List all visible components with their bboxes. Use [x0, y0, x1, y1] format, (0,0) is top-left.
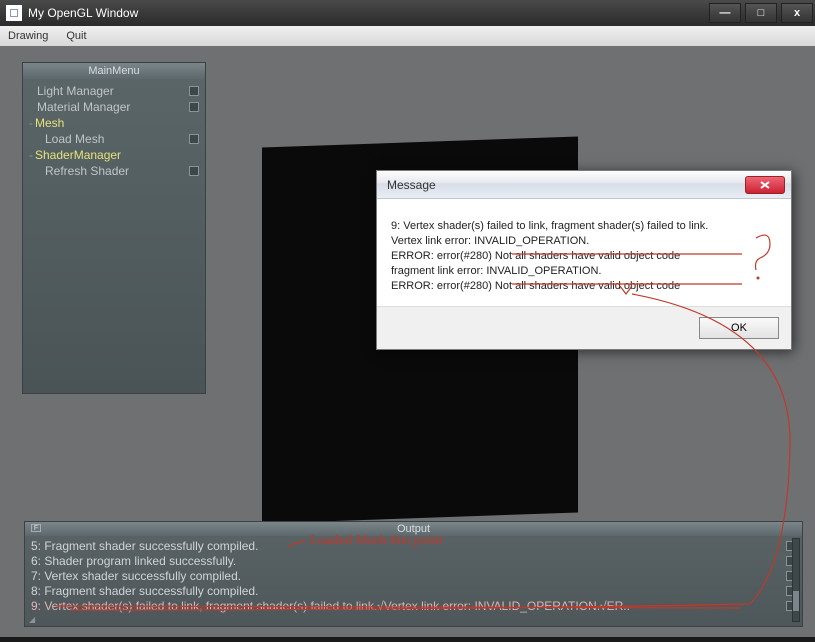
dialog-text-line: fragment link error: INVALID_OPERATION. — [391, 264, 777, 279]
mainmenu-item-label: Material Manager — [29, 100, 189, 114]
window-title: My OpenGL Window — [28, 6, 138, 20]
mainmenu-title: MainMenu — [23, 63, 205, 79]
resize-handle-icon[interactable]: ◢ — [29, 615, 35, 624]
dialog-text-line: Vertex link error: INVALID_OPERATION. — [391, 234, 777, 249]
output-line: 7: Vertex shader successfully compiled. — [31, 568, 796, 583]
window-titlebar: My OpenGL Window — □ x — [0, 0, 815, 26]
window-controls: — □ x — [707, 1, 815, 25]
dialog-titlebar[interactable]: Message — [377, 171, 791, 199]
dialog-text-line: ERROR: error(#280) Not all shaders have … — [391, 249, 777, 264]
dialog-text-line: ERROR: error(#280) Not all shaders have … — [391, 279, 777, 294]
mainmenu-item-label: Mesh — [35, 116, 199, 130]
window-close-button[interactable]: x — [781, 3, 813, 23]
scrollbar-thumb[interactable] — [793, 591, 799, 611]
mainmenu-list: Light Manager Material Manager Mesh Load… — [23, 79, 205, 183]
menubar: Drawing Quit — [0, 26, 815, 46]
checkbox-icon[interactable] — [189, 86, 199, 96]
ok-button[interactable]: OK — [699, 317, 779, 339]
output-line-text: 5: Fragment shader successfully compiled… — [31, 539, 780, 553]
mainmenu-item-refresh-shader[interactable]: Refresh Shader — [29, 163, 199, 179]
menu-quit[interactable]: Quit — [66, 30, 86, 42]
output-toggle-icon[interactable]: F — [31, 524, 41, 532]
output-line-text: 7: Vertex shader successfully compiled. — [31, 569, 780, 583]
minimize-button[interactable]: — — [709, 3, 741, 23]
output-line-text: 8: Fragment shader successfully compiled… — [31, 584, 780, 598]
mainmenu-group-shadermanager[interactable]: ShaderManager — [29, 147, 199, 163]
checkbox-icon[interactable] — [189, 166, 199, 176]
checkbox-icon[interactable] — [189, 134, 199, 144]
mainmenu-item-label: Light Manager — [29, 84, 189, 98]
output-line: 5: Fragment shader successfully compiled… — [31, 538, 796, 553]
dialog-close-button[interactable] — [745, 176, 785, 194]
output-panel: F Output 5: Fragment shader successfully… — [24, 521, 803, 627]
output-title-label: Output — [397, 523, 430, 535]
message-dialog: Message 9: Vertex shader(s) failed to li… — [376, 170, 792, 350]
mainmenu-panel: MainMenu Light Manager Material Manager … — [22, 62, 206, 394]
mainmenu-item-label: ShaderManager — [35, 148, 199, 162]
close-icon — [759, 180, 771, 190]
dialog-footer: OK — [377, 306, 791, 349]
output-line-text: 6: Shader program linked successfully. — [31, 554, 780, 568]
output-scrollbar[interactable] — [792, 538, 800, 622]
checkbox-icon[interactable] — [189, 102, 199, 112]
mainmenu-item-light-manager[interactable]: Light Manager — [29, 83, 199, 99]
menu-drawing[interactable]: Drawing — [8, 30, 48, 42]
dialog-body: 9: Vertex shader(s) failed to link, frag… — [377, 199, 791, 306]
maximize-button[interactable]: □ — [745, 3, 777, 23]
mainmenu-item-label: Refresh Shader — [29, 164, 189, 178]
mainmenu-item-label: Load Mesh — [29, 132, 189, 146]
dialog-text-line: 9: Vertex shader(s) failed to link, frag… — [391, 219, 777, 234]
dialog-title: Message — [387, 178, 436, 192]
output-title: F Output — [25, 522, 802, 536]
mainmenu-item-material-manager[interactable]: Material Manager — [29, 99, 199, 115]
output-line-error: 9: Vertex shader(s) failed to link, frag… — [31, 598, 796, 613]
client-area: MainMenu Light Manager Material Manager … — [0, 46, 815, 637]
mainmenu-item-load-mesh[interactable]: Load Mesh — [29, 131, 199, 147]
mainmenu-group-mesh[interactable]: Mesh — [29, 115, 199, 131]
output-line-text: 9: Vertex shader(s) failed to link, frag… — [31, 599, 780, 613]
output-lines: 5: Fragment shader successfully compiled… — [25, 536, 802, 615]
app-icon — [6, 5, 22, 21]
output-line: 8: Fragment shader successfully compiled… — [31, 583, 796, 598]
output-line: 6: Shader program linked successfully. — [31, 553, 796, 568]
